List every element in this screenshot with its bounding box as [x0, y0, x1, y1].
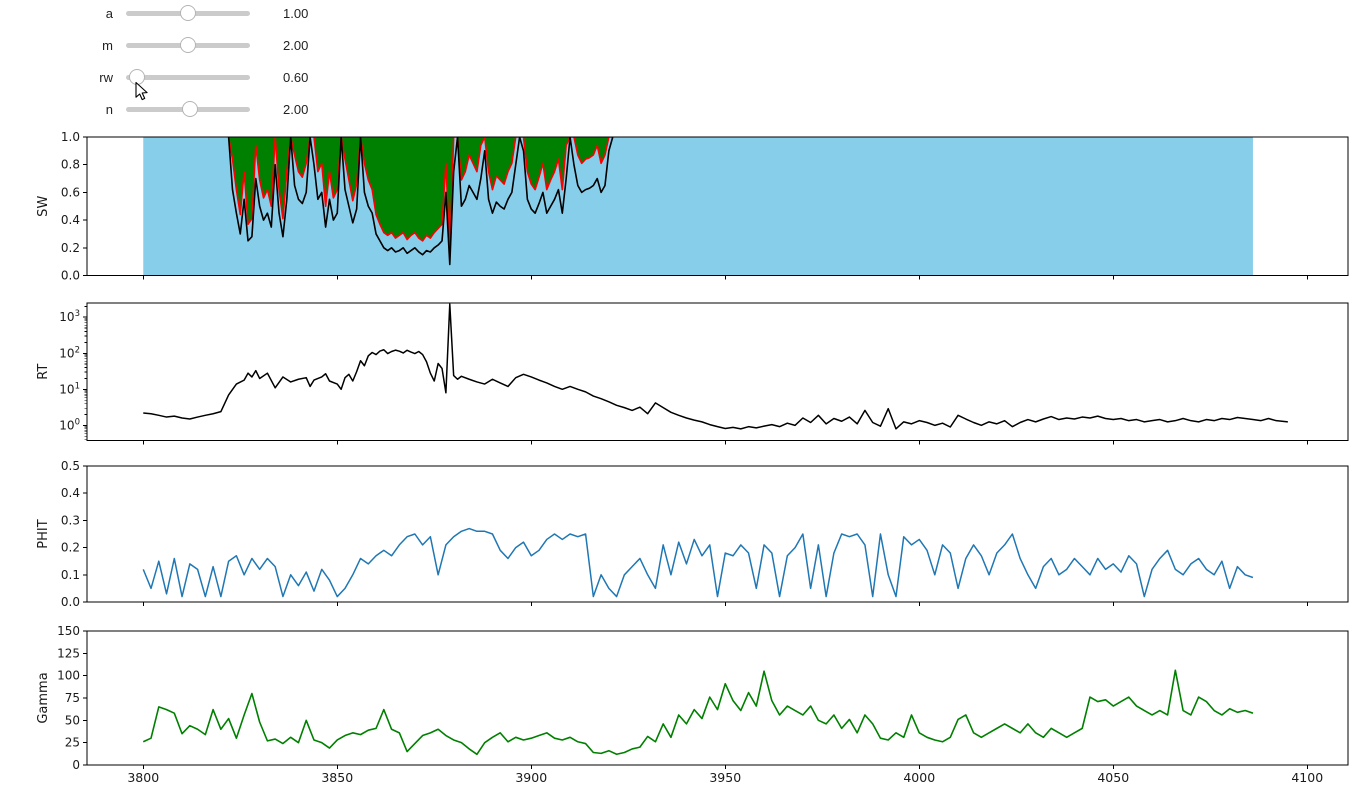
slider-m-handle[interactable]: [180, 36, 196, 53]
sw-ytick-label: 0.2: [61, 241, 80, 255]
rt-chart: 100 101 102 103 RT: [36, 302, 1349, 445]
gamma-ytick-label: 25: [65, 736, 80, 750]
slider-m-readout: 2.00: [283, 37, 309, 53]
depth-xtick-label: 3850: [321, 770, 353, 785]
sw-ytick-label: 0.8: [61, 158, 80, 172]
depth-xtick-label: 3950: [709, 770, 741, 785]
sw-ytick-label: 0.4: [61, 213, 80, 227]
slider-row-n: n 2.00: [0, 93, 308, 125]
sw-ytick-label: 1.0: [61, 130, 80, 144]
phit-ytick-label: 0.1: [61, 568, 80, 582]
rt-ytick-label: 102: [59, 345, 80, 360]
depth-xtick-label: 3900: [515, 770, 547, 785]
slider-n-label: n: [105, 101, 113, 117]
depth-xtick-label: 4050: [1097, 770, 1129, 785]
gamma-ytick-label: 125: [57, 646, 80, 660]
depth-xtick-label: 4000: [903, 770, 935, 785]
gamma-ytick-label: 50: [65, 713, 80, 727]
slider-a-handle[interactable]: [180, 4, 196, 21]
slider-row-rw: rw 0.60: [0, 61, 308, 93]
slider-rw-readout: 0.60: [283, 69, 309, 85]
gamma-ytick-label: 150: [57, 624, 80, 638]
sw-chart: 0.0 0.2 0.4 0.6 0.8 1.0 SW: [36, 130, 1349, 283]
depth-xtick-label: 4100: [1291, 770, 1323, 785]
phit-ytick-label: 0.2: [61, 541, 80, 555]
rt-ytick-label: 103: [59, 309, 80, 324]
gamma-ytick-label: 75: [65, 691, 80, 705]
gamma-ytick-label: 100: [57, 669, 80, 683]
slider-row-m: m 2.00: [0, 29, 308, 61]
slider-m-label: m: [102, 37, 113, 53]
phit-ytick-label: 0.3: [61, 513, 80, 527]
rt-ylabel: RT: [36, 364, 51, 380]
phit-chart: 0.0 0.1 0.2 0.3 0.4 0.5 PHIT: [36, 459, 1349, 609]
depth-xtick-label: 3800: [127, 770, 159, 785]
slider-rw-label: rw: [99, 69, 113, 85]
gamma-chart: 0 25 50 75 100 125 150 3800 3850 3900 3950 4000 4050…: [36, 624, 1349, 785]
slider-panel: a 1.00 m 2.00 rw 0.60 n 2.00: [0, 0, 308, 125]
phit-ylabel: PHIT: [36, 519, 51, 548]
sw-ylabel: SW: [36, 196, 51, 217]
sw-ytick-label: 0.0: [61, 269, 80, 283]
slider-row-a: a 1.00: [0, 0, 308, 29]
mouse-cursor-icon: [135, 82, 148, 101]
slider-n-handle[interactable]: [182, 100, 199, 117]
rt-ytick-label: 101: [59, 381, 80, 396]
rt-ytick-label: 100: [59, 417, 80, 432]
gamma-ylabel: Gamma: [36, 672, 51, 723]
phit-ytick-label: 0.4: [61, 486, 80, 500]
slider-a-track[interactable]: [126, 4, 250, 21]
slider-n-readout: 2.00: [283, 101, 309, 117]
slider-n-track[interactable]: [126, 100, 250, 117]
slider-rw-track[interactable]: [126, 68, 250, 85]
well-log-figure: 0.0 0.2 0.4 0.6 0.8 1.0 SW 100 101 102 103 RT 0.0 0.1…: [36, 130, 1349, 785]
phit-ytick-label: 0.5: [61, 459, 80, 473]
slider-a-readout: 1.00: [283, 5, 309, 21]
slider-m-track[interactable]: [126, 36, 250, 53]
phit-ytick-label: 0.0: [61, 595, 80, 609]
slider-a-label: a: [105, 5, 113, 21]
gamma-ytick-label: 0: [72, 758, 80, 772]
sw-ytick-label: 0.6: [61, 185, 80, 199]
